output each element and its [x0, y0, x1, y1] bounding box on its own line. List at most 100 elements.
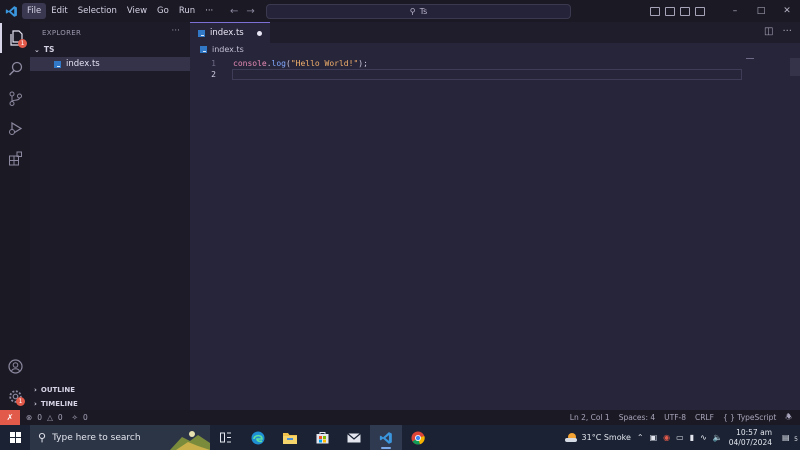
tab-index-ts[interactable]: index.ts	[190, 22, 270, 43]
file-tree-item[interactable]: index.ts	[30, 57, 190, 71]
timeline-label: TIMELINE	[40, 400, 78, 408]
search-activity[interactable]	[0, 53, 30, 83]
error-icon: ⊗	[26, 413, 33, 422]
run-debug-icon	[8, 121, 22, 135]
vertical-scrollbar[interactable]	[790, 58, 800, 76]
tab-label: index.ts	[210, 28, 244, 38]
search-icon: ⚲	[409, 7, 416, 16]
language-label: TypeScript	[737, 413, 777, 422]
split-editor-icon[interactable]: ◫	[764, 26, 773, 37]
meet-now-icon[interactable]: ▣	[650, 433, 658, 442]
menu-go[interactable]: Go	[152, 3, 174, 19]
mail-icon	[347, 432, 361, 442]
language-mode[interactable]: { } TypeScript	[723, 413, 776, 422]
customize-layout-icon[interactable]	[695, 6, 705, 16]
outline-label: OUTLINE	[40, 386, 76, 394]
weather-widget[interactable]: 31°C Smoke	[564, 432, 631, 444]
encoding[interactable]: UTF-8	[664, 413, 686, 422]
task-view-button[interactable]	[210, 425, 242, 450]
more-actions-icon[interactable]: ···	[782, 26, 792, 37]
manage-activity[interactable]: 1	[0, 381, 30, 411]
clock-time: 10:57 am	[736, 427, 772, 437]
sidebar-more-button[interactable]: ···	[171, 26, 180, 36]
explorer-activity[interactable]: 1	[0, 23, 30, 53]
windows-logo-icon	[9, 432, 21, 443]
indentation[interactable]: Spaces: 4	[619, 413, 655, 422]
cursor-position[interactable]: Ln 2, Col 1	[570, 413, 610, 422]
forward-arrow-icon[interactable]: →	[246, 6, 254, 17]
code-token: );	[358, 59, 368, 68]
taskbar-search-placeholder: Type here to search	[52, 432, 141, 443]
code-token: console	[233, 59, 267, 68]
current-line-highlight	[232, 69, 742, 80]
unsaved-dot-icon[interactable]	[257, 31, 262, 36]
extensions-activity[interactable]	[0, 143, 30, 173]
nav-arrows: ← →	[230, 0, 255, 22]
accounts-activity[interactable]	[0, 351, 30, 381]
account-icon	[7, 358, 23, 374]
menu-more[interactable]: ···	[200, 3, 218, 19]
notification-count: 5	[794, 436, 798, 443]
breadcrumb[interactable]: index.ts	[200, 45, 244, 54]
settings-badge: 1	[16, 397, 25, 406]
remote-indicator-icon[interactable]: ✗	[0, 410, 20, 425]
line-number: 2	[211, 70, 216, 79]
toggle-sidebar-icon[interactable]	[650, 6, 660, 16]
minimap[interactable]	[746, 58, 754, 59]
taskbar-edge[interactable]	[242, 425, 274, 450]
taskbar-mail[interactable]	[338, 425, 370, 450]
timeline-section[interactable]: › TIMELINE	[34, 400, 78, 408]
layout-controls	[650, 0, 705, 22]
problems-indicator[interactable]: ⊗ 0 △ 0 ✧ 0	[26, 413, 88, 422]
volume-icon[interactable]: 🔈	[713, 433, 723, 442]
command-center-search[interactable]: ⚲ Ts	[266, 4, 571, 19]
menu-view[interactable]: View	[122, 3, 152, 19]
notification-icon: ▤	[782, 433, 790, 442]
typescript-file-icon	[54, 60, 61, 68]
outline-section[interactable]: › OUTLINE	[34, 386, 75, 394]
chevron-right-icon: ›	[34, 386, 37, 394]
taskbar-file-explorer[interactable]	[274, 425, 306, 450]
notification-center[interactable]: ▤ 5	[782, 433, 800, 443]
clock[interactable]: 10:57 am 04/07/2024	[729, 428, 772, 448]
maximize-button[interactable]: □	[748, 6, 774, 16]
bell-icon[interactable]: 🕭	[785, 411, 792, 424]
workspace-folder[interactable]: ⌄ TS	[34, 45, 54, 54]
typescript-file-icon	[198, 29, 205, 37]
back-arrow-icon[interactable]: ←	[230, 6, 238, 17]
toggle-panel-icon[interactable]	[665, 6, 675, 16]
minimize-button[interactable]: –	[722, 6, 748, 16]
code-editor[interactable]: 1 console.log("Hello World!"); 2	[190, 58, 800, 80]
taskbar-chrome[interactable]	[402, 425, 434, 450]
taskbar-vscode[interactable]	[370, 425, 402, 450]
menu-run[interactable]: Run	[174, 3, 200, 19]
wifi-icon[interactable]: ∿	[700, 433, 707, 442]
status-right: Ln 2, Col 1 Spaces: 4 UTF-8 CRLF { } Typ…	[570, 411, 792, 424]
taskbar-store[interactable]	[306, 425, 338, 450]
search-icon: ⚲	[38, 431, 47, 444]
run-debug-activity[interactable]	[0, 113, 30, 143]
show-hidden-icons-icon[interactable]: ⌃	[637, 433, 644, 442]
extensions-icon	[8, 151, 22, 165]
folder-label: TS	[43, 45, 55, 54]
taskbar-search[interactable]: ⚲ Type here to search	[30, 425, 210, 450]
menu-selection[interactable]: Selection	[73, 3, 122, 19]
line-ending[interactable]: CRLF	[695, 413, 714, 422]
display-icon[interactable]: ▭	[676, 433, 684, 442]
start-button[interactable]	[0, 425, 30, 450]
battery-icon[interactable]: ▮	[690, 433, 694, 442]
menu-edit[interactable]: Edit	[46, 3, 72, 19]
toggle-secondary-sidebar-icon[interactable]	[680, 6, 690, 16]
clock-date: 04/07/2024	[728, 437, 772, 447]
line-number: 1	[211, 59, 216, 68]
code-line: 1 console.log("Hello World!");	[190, 58, 800, 69]
source-control-activity[interactable]	[0, 83, 30, 113]
activity-bar: 1 1	[0, 22, 30, 410]
file-name: index.ts	[66, 59, 100, 69]
menu-file[interactable]: File	[22, 3, 47, 19]
command-center-text: Ts	[419, 7, 428, 16]
close-button[interactable]: ✕	[774, 6, 800, 16]
antivirus-icon[interactable]: ◉	[663, 433, 670, 442]
store-icon	[316, 432, 328, 444]
chevron-right-icon: ›	[34, 400, 37, 408]
